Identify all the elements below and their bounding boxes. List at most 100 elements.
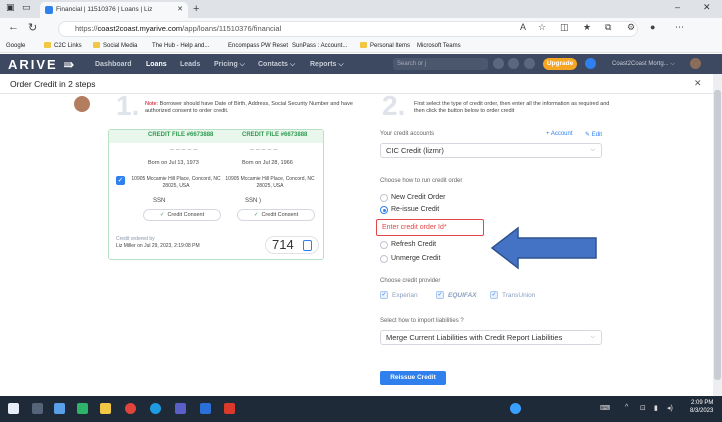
- bookmark-google[interactable]: Google: [6, 40, 25, 52]
- favorites-icon[interactable]: ★: [583, 22, 591, 33]
- nav-reports[interactable]: Reports ⌵: [310, 61, 344, 69]
- nav-dashboard[interactable]: Dashboard: [95, 61, 132, 68]
- network-icon[interactable]: ⊡: [640, 404, 646, 412]
- liabilities-select[interactable]: Merge Current Liabilities with Credit Re…: [380, 330, 602, 345]
- tab-close-icon[interactable]: ✕: [177, 2, 183, 18]
- option-refresh-credit[interactable]: Refresh Credit: [391, 241, 436, 248]
- folder-icon: [360, 42, 367, 48]
- start-icon[interactable]: [8, 403, 19, 414]
- show-hidden-icons[interactable]: ^: [625, 404, 628, 411]
- step1-note: Note: Borrower should have Date of Birth…: [145, 101, 353, 114]
- more-options-icon[interactable]: ⋯: [675, 22, 684, 33]
- folder-icon[interactable]: [100, 403, 111, 414]
- file-explorer-icon[interactable]: [77, 403, 88, 414]
- radio-reissue-credit[interactable]: [380, 206, 388, 214]
- coborrower-dob: Born on Jul 28, 1966: [242, 160, 293, 166]
- read-aloud-icon[interactable]: A: [520, 22, 526, 32]
- document-icon[interactable]: [303, 240, 312, 251]
- add-account-link[interactable]: + Account: [546, 131, 573, 137]
- acrobat-icon[interactable]: [224, 403, 235, 414]
- scrollbar-thumb[interactable]: [714, 90, 721, 380]
- coborrower-name-redacted: – – – – –: [250, 146, 278, 153]
- bookmark-microsoft-teams[interactable]: Microsoft Teams: [417, 40, 461, 52]
- bookmark-social-media[interactable]: Social Media: [93, 40, 137, 52]
- user-avatar[interactable]: [690, 58, 701, 69]
- url-input[interactable]: https://coast2coast.myarive.com/app/loan…: [58, 21, 638, 37]
- check-icon: ✓: [159, 212, 165, 218]
- transunion-checkbox[interactable]: ✓: [490, 291, 498, 299]
- modal-title: Order Credit in 2 steps: [10, 79, 96, 89]
- credit-order-id-input[interactable]: Enter credit order Id*: [376, 219, 484, 236]
- bookmark-c2c-links[interactable]: C2C Links: [44, 40, 82, 52]
- credit-score[interactable]: 714: [265, 236, 319, 254]
- weather-icon[interactable]: [54, 403, 65, 414]
- nav-pricing[interactable]: Pricing ⌵: [214, 61, 245, 69]
- ordered-by: Credit ordered by Liz Miller on Jul 29, 2…: [116, 236, 200, 249]
- experian-checkbox[interactable]: ✓: [380, 291, 388, 299]
- task-view-icon[interactable]: [32, 403, 43, 414]
- extensions-icon[interactable]: ⚙: [627, 22, 635, 33]
- credit-file-header: CREDIT FILE #6673888: [242, 132, 308, 138]
- profile-icon[interactable]: ●: [650, 22, 655, 32]
- equifax-checkbox[interactable]: ✓: [436, 291, 444, 299]
- taskbar-clock[interactable]: 2:09 PM 8/3/2023: [690, 399, 713, 415]
- add-icon[interactable]: [585, 58, 596, 69]
- credit-account-select[interactable]: CIC Credit (lizmr) ⌵: [380, 143, 602, 158]
- browser-menu-icon[interactable]: ▣: [6, 2, 15, 13]
- bookmark-sunpass[interactable]: SunPass : Account...: [292, 40, 347, 52]
- edge-icon[interactable]: [150, 403, 161, 414]
- minimize-icon[interactable]: –: [675, 2, 680, 12]
- tab-actions-icon[interactable]: ▭: [22, 2, 31, 13]
- nav-leads[interactable]: Leads: [180, 61, 200, 68]
- close-icon[interactable]: ✕: [694, 78, 702, 89]
- battery-icon[interactable]: ▮: [654, 404, 658, 412]
- arive-logo[interactable]: ARIVE ⇛: [8, 57, 76, 73]
- company-selector[interactable]: Coast2Coast Mortg... ⌵: [612, 61, 675, 68]
- back-icon[interactable]: ←: [8, 21, 19, 33]
- volume-icon[interactable]: ◂): [667, 404, 673, 412]
- browser-tab[interactable]: Financial | 11510376 | Loans | Liz ✕: [40, 2, 188, 18]
- bank-icon[interactable]: [493, 58, 504, 69]
- reissue-credit-button[interactable]: Reissue Credit: [380, 371, 446, 385]
- liabilities-label: Select how to import liabilities ?: [380, 318, 464, 324]
- equifax-logo: EQUIFAX: [448, 292, 477, 299]
- close-window-icon[interactable]: ✕: [703, 2, 711, 13]
- modal-header: [0, 74, 713, 94]
- radio-unmerge-credit[interactable]: [380, 255, 388, 263]
- app-search-input[interactable]: Search or j: [393, 58, 488, 70]
- check-icon: ✓: [253, 212, 259, 218]
- collections-icon[interactable]: ⧉: [605, 22, 611, 33]
- radio-new-credit-order[interactable]: [380, 194, 388, 202]
- reload-icon[interactable]: ↻: [28, 21, 37, 34]
- bookmark-the-hub[interactable]: The Hub - Help and...: [152, 40, 209, 52]
- nav-loans[interactable]: Loans: [146, 61, 167, 68]
- favorite-star-icon[interactable]: ☆: [538, 22, 546, 33]
- borrower-avatar: [74, 96, 90, 112]
- bookmark-personal-items[interactable]: Personal Items: [360, 40, 410, 52]
- credit-file-checkbox[interactable]: ✓: [116, 176, 125, 185]
- upgrade-button[interactable]: Upgrade: [543, 58, 577, 70]
- coborrower-ssn: SSN ): [245, 198, 262, 204]
- teams-icon[interactable]: [175, 403, 186, 414]
- transunion-logo: TransUnion: [502, 292, 536, 299]
- chevron-down-icon: ⌵: [590, 147, 595, 153]
- step2-instructions: First select the type of credit order, t…: [414, 101, 610, 114]
- option-reissue-credit[interactable]: Re-issue Credit: [391, 206, 439, 213]
- folder-icon: [44, 42, 51, 48]
- nav-contacts[interactable]: Contacts ⌵: [258, 61, 295, 69]
- chrome-icon[interactable]: [125, 403, 136, 414]
- word-icon[interactable]: [200, 403, 211, 414]
- keyboard-icon[interactable]: ⌨: [600, 404, 610, 412]
- option-new-credit-order[interactable]: New Credit Order: [391, 194, 445, 201]
- bookmark-encompass[interactable]: Encompass PW Reset: [228, 40, 288, 52]
- help-icon[interactable]: [524, 58, 535, 69]
- borrower-address: 10905 Mccamie Hill Place, Concord, NC 28…: [131, 176, 221, 189]
- help-tray-icon[interactable]: [510, 403, 521, 414]
- notifications-icon[interactable]: [508, 58, 519, 69]
- borrower-dob: Born on Jul 13, 1973: [148, 160, 199, 166]
- option-unmerge-credit[interactable]: Unmerge Credit: [391, 255, 440, 262]
- new-tab-icon[interactable]: +: [193, 2, 199, 16]
- edit-account-link[interactable]: ✎ Edit: [585, 131, 602, 138]
- radio-refresh-credit[interactable]: [380, 241, 388, 249]
- split-screen-icon[interactable]: ◫: [560, 22, 569, 33]
